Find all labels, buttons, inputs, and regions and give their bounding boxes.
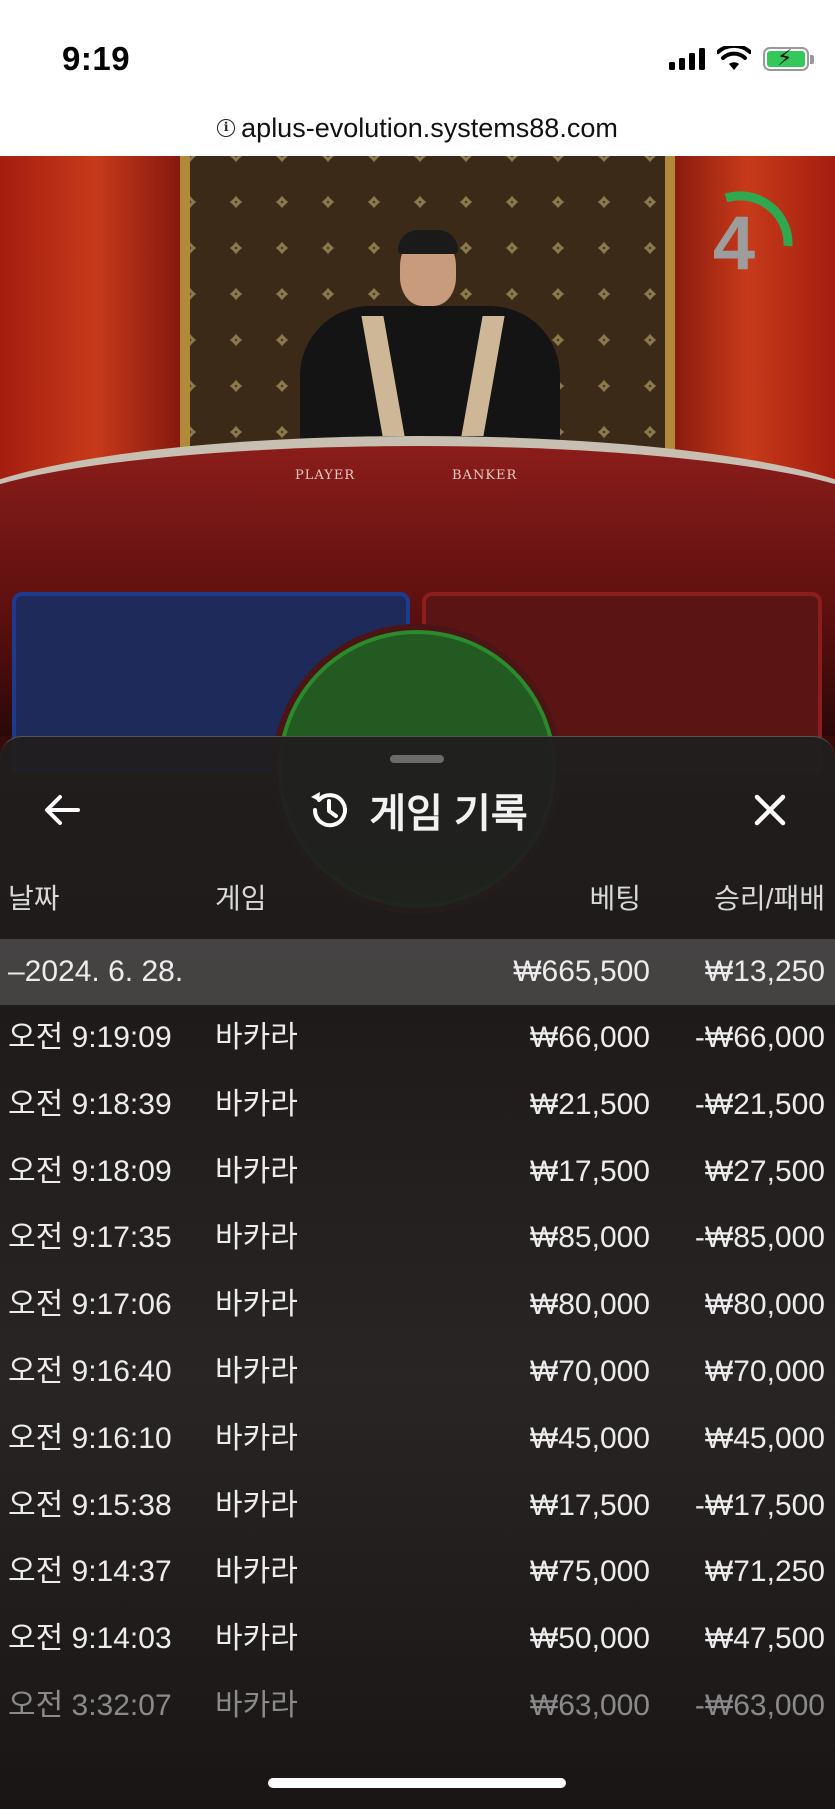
row-bet: ₩63,000	[529, 1688, 650, 1722]
row-bet: ₩50,000	[529, 1622, 650, 1656]
status-time: 9:19	[62, 40, 131, 77]
row-bet: ₩17,500	[529, 1154, 650, 1188]
cellular-signal-icon	[669, 48, 705, 70]
row-game: 바카라	[215, 1688, 298, 1722]
panel-title: 게임 기록	[369, 792, 528, 836]
row-win-loss: -₩17,500	[694, 1488, 825, 1522]
home-indicator[interactable]	[268, 1778, 566, 1788]
wifi-icon	[717, 46, 751, 70]
table-row[interactable]: 오전 9:15:38 바카라 ₩17,500 -₩17,500	[0, 1473, 835, 1540]
table-row[interactable]: 오전 9:18:39 바카라 ₩21,500 -₩21,500	[0, 1072, 835, 1139]
battery-charging-icon: ⚡	[763, 45, 814, 71]
row-win-loss: ₩70,000	[704, 1354, 825, 1388]
row-win-loss: -₩66,000	[694, 1021, 825, 1054]
table-row[interactable]: 오전 9:17:06 바카라 ₩80,000 ₩80,000	[0, 1272, 835, 1339]
row-bet: ₩80,000	[529, 1288, 650, 1322]
table-row[interactable]: 오전 9:16:40 바카라 ₩70,000 ₩70,000	[0, 1339, 835, 1406]
table-row[interactable]: 오전 9:14:37 바카라 ₩75,000 ₩71,250	[0, 1539, 835, 1606]
countdown-timer: 4	[680, 184, 800, 304]
row-win-loss: ₩47,500	[704, 1622, 825, 1656]
url-text[interactable]: aplus-evolution.systems88.com	[241, 113, 618, 144]
table-row[interactable]: 오전 9:16:10 바카라 ₩45,000 ₩45,000	[0, 1406, 835, 1473]
row-win-loss: ₩45,000	[704, 1421, 825, 1455]
summary-date[interactable]: –2024. 6. 28.	[8, 939, 183, 1005]
row-bet: ₩17,500	[529, 1488, 650, 1522]
row-game: 바카라	[215, 1221, 298, 1255]
row-bet: ₩75,000	[529, 1555, 650, 1589]
date-summary-row[interactable]: –2024. 6. 28. ₩665,500 ₩13,250	[0, 939, 835, 1005]
row-time: 오전 3:32:07	[8, 1688, 172, 1722]
status-icons: ⚡	[669, 45, 814, 72]
table-row[interactable]: 오전 9:19:09 바카라 ₩66,000 -₩66,000	[0, 1005, 835, 1072]
countdown-number: 4	[712, 201, 756, 286]
column-header-date: 날짜	[8, 883, 60, 914]
status-bar: 9:19 ⚡	[0, 0, 835, 100]
row-game: 바카라	[215, 1555, 298, 1589]
row-win-loss: ₩80,000	[704, 1288, 825, 1322]
panel-header: 게임 기록	[0, 781, 835, 839]
row-game: 바카라	[215, 1288, 298, 1322]
row-time: 오전 9:17:35	[8, 1221, 172, 1255]
close-button[interactable]	[745, 785, 795, 835]
row-bet: ₩70,000	[529, 1354, 650, 1388]
row-time: 오전 9:14:03	[8, 1622, 172, 1656]
drag-handle[interactable]	[390, 755, 444, 763]
row-time: 오전 9:17:06	[8, 1288, 172, 1322]
table-label-player: PLAYER	[295, 468, 356, 483]
row-win-loss: ₩27,500	[704, 1154, 825, 1188]
summary-win-loss: ₩13,250	[704, 955, 825, 988]
row-game: 바카라	[215, 1421, 298, 1455]
row-bet: ₩66,000	[529, 1021, 650, 1054]
history-icon	[311, 792, 348, 828]
game-history-panel: 게임 기록 날짜 게임 베팅 승리/패배 –2024. 6. 28. ₩665,…	[0, 736, 835, 1809]
table-label-banker: BANKER	[452, 468, 518, 483]
summary-bet: ₩665,500	[513, 955, 650, 988]
row-time: 오전 9:14:37	[8, 1555, 172, 1589]
row-time: 오전 9:18:39	[8, 1087, 172, 1121]
address-bar[interactable]: i aplus-evolution.systems88.com	[0, 100, 835, 156]
column-header-game: 게임	[215, 883, 267, 914]
row-game: 바카라	[215, 1021, 298, 1054]
table-row[interactable]: 오전 3:32:07 바카라 ₩63,000 -₩63,000	[0, 1673, 835, 1740]
row-game: 바카라	[215, 1488, 298, 1522]
history-rows: 오전 9:19:09 바카라 ₩66,000 -₩66,000 오전 9:18:…	[0, 1005, 835, 1740]
info-icon[interactable]: i	[217, 119, 236, 137]
column-header-bet: 베팅	[589, 883, 641, 914]
dealer-hair	[398, 230, 458, 254]
row-game: 바카라	[215, 1354, 298, 1388]
column-header-win-loss: 승리/패배	[714, 883, 825, 914]
row-time: 오전 9:16:40	[8, 1354, 172, 1388]
row-bet: ₩85,000	[529, 1221, 650, 1255]
row-game: 바카라	[215, 1087, 298, 1121]
table-row[interactable]: 오전 9:14:03 바카라 ₩50,000 ₩47,500	[0, 1606, 835, 1673]
history-table-header: 날짜 게임 베팅 승리/패배	[0, 877, 835, 923]
row-time: 오전 9:18:09	[8, 1154, 172, 1188]
row-bet: ₩45,000	[529, 1421, 650, 1455]
row-time: 오전 9:15:38	[8, 1488, 172, 1522]
row-bet: ₩21,500	[529, 1087, 650, 1121]
row-win-loss: ₩71,250	[704, 1555, 825, 1589]
row-win-loss: -₩63,000	[694, 1688, 825, 1722]
row-time: 오전 9:19:09	[8, 1021, 172, 1054]
table-row[interactable]: 오전 9:18:09 바카라 ₩17,500 ₩27,500	[0, 1139, 835, 1206]
row-game: 바카라	[215, 1622, 298, 1656]
row-time: 오전 9:16:10	[8, 1421, 172, 1455]
table-row[interactable]: 오전 9:17:35 바카라 ₩85,000 -₩85,000	[0, 1205, 835, 1272]
row-win-loss: -₩21,500	[694, 1087, 825, 1121]
row-win-loss: -₩85,000	[694, 1221, 825, 1255]
close-icon	[754, 794, 786, 826]
row-game: 바카라	[215, 1154, 298, 1188]
